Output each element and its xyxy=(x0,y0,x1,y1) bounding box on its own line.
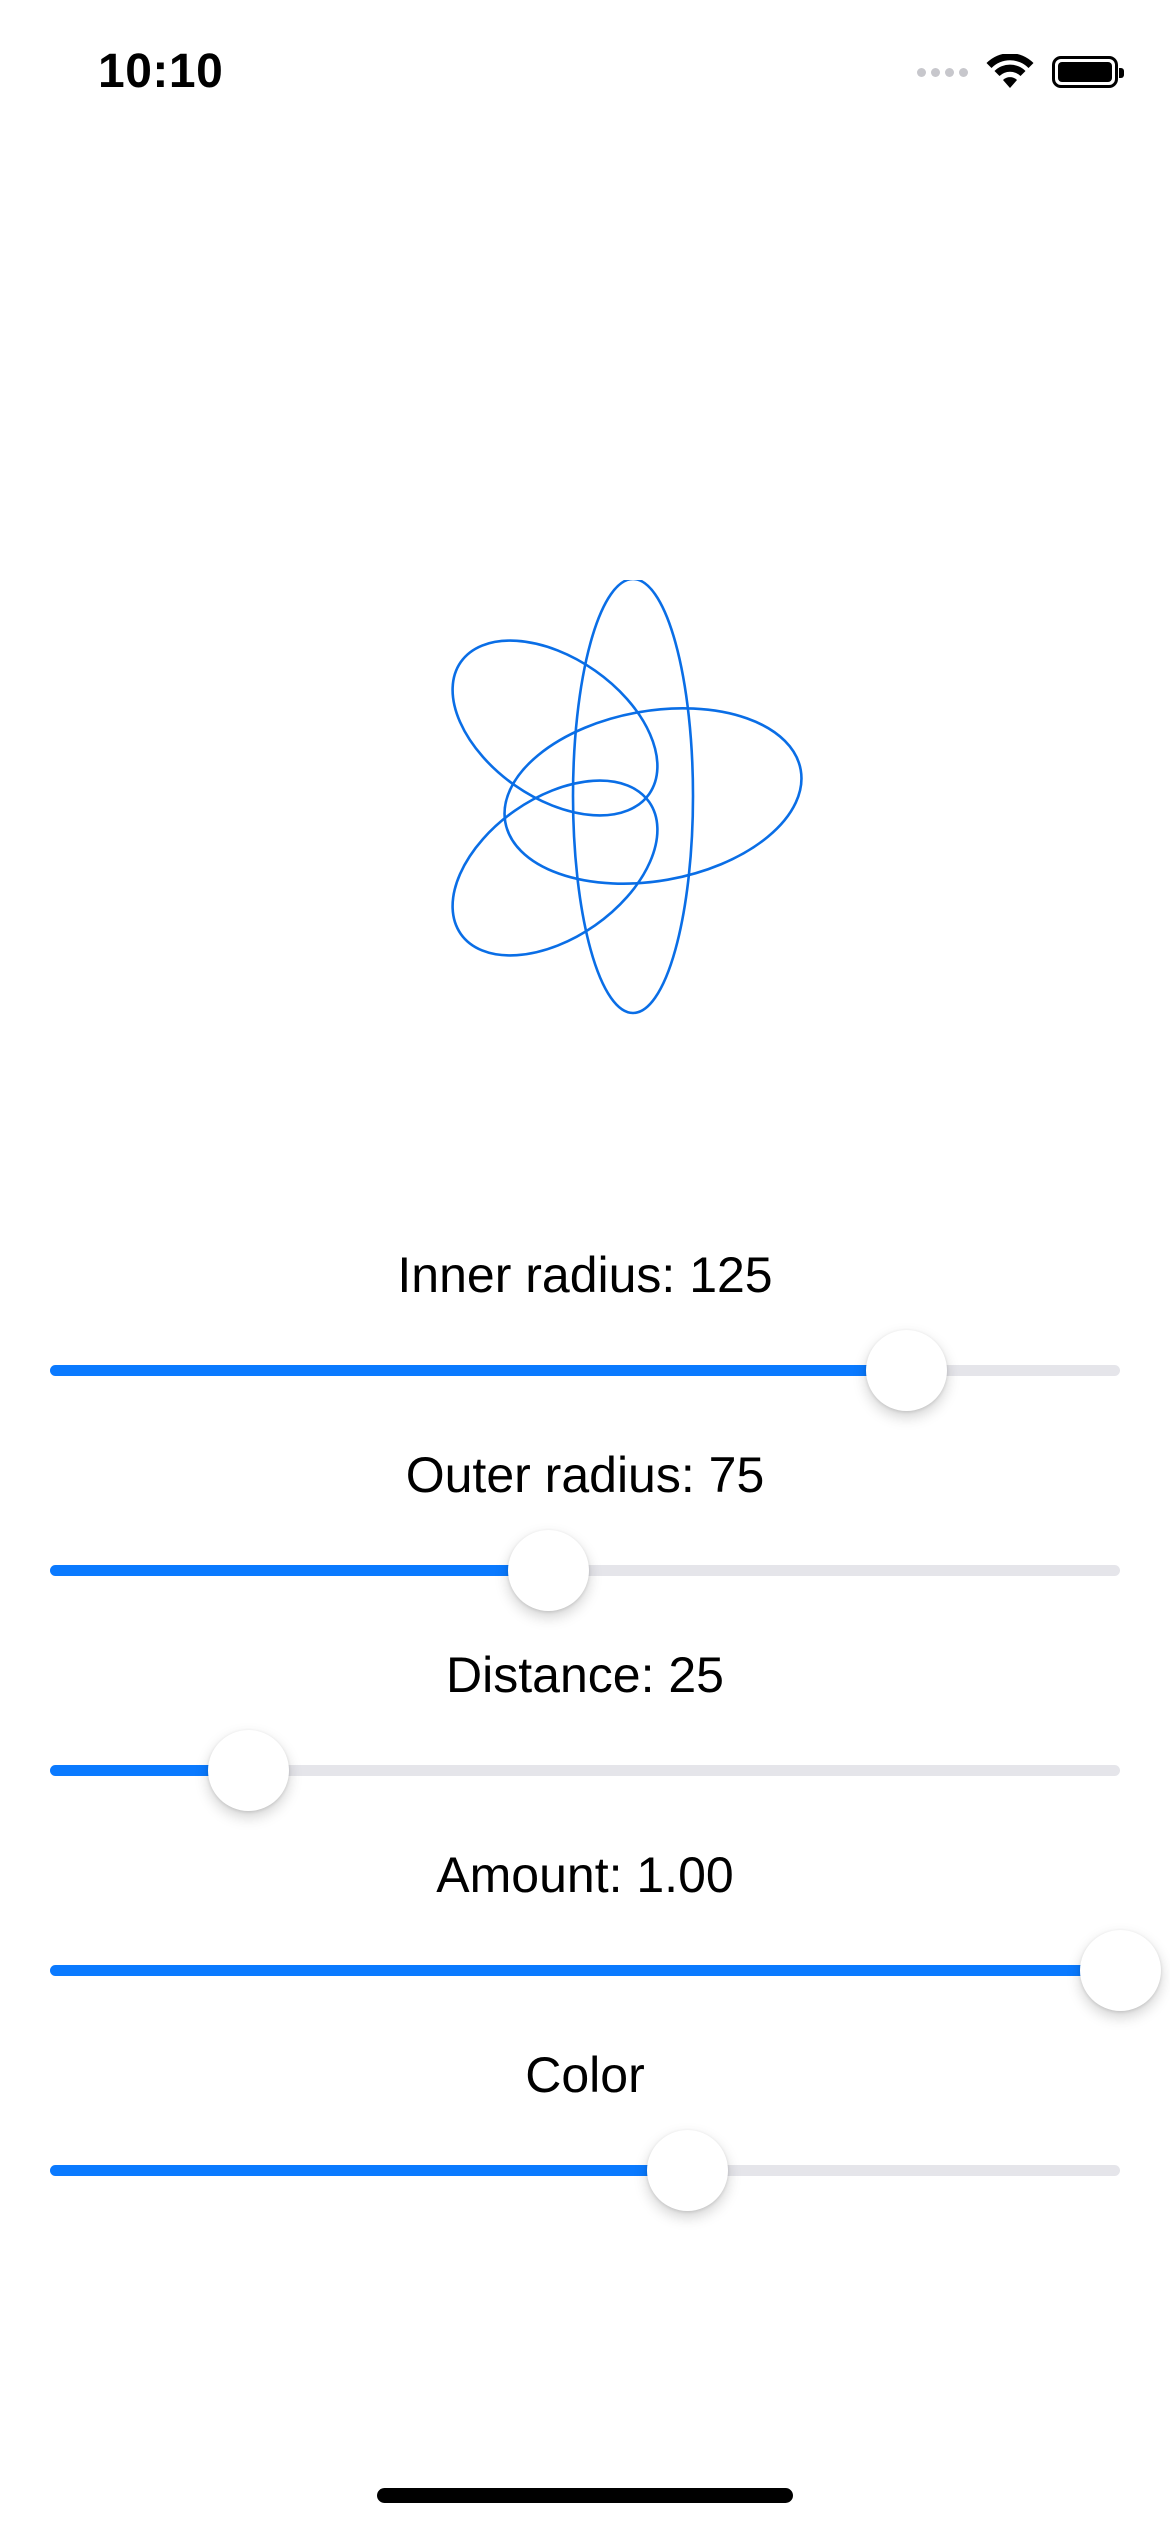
slider-fill xyxy=(50,1365,906,1376)
slider-fill xyxy=(50,2165,687,2176)
wifi-icon xyxy=(986,54,1034,88)
inner-radius-control: Inner radius: 125 xyxy=(0,1245,1170,1415)
amount-slider[interactable] xyxy=(50,1930,1161,2011)
petal-vertical xyxy=(571,580,695,1015)
petal-upper-left xyxy=(451,639,659,817)
color-slider[interactable] xyxy=(50,2130,1120,2211)
amount-label: Amount: 1.00 xyxy=(436,1847,734,1903)
battery-icon xyxy=(1052,56,1124,88)
home-indicator xyxy=(377,2488,793,2503)
color-control: Color xyxy=(0,2045,1170,2215)
status-icons xyxy=(917,52,1124,92)
inner-radius-slider[interactable] xyxy=(50,1330,1120,1411)
outer-radius-label: Outer radius: 75 xyxy=(405,1447,765,1503)
outer-radius-control: Outer radius: 75 xyxy=(0,1445,1170,1615)
color-label: Color xyxy=(525,2047,645,2103)
slider-thumb[interactable] xyxy=(646,2130,728,2211)
status-time: 10:10 xyxy=(98,45,224,98)
cellular-signal-icon xyxy=(917,67,968,77)
flower-icon xyxy=(451,580,803,1015)
outer-radius-slider[interactable] xyxy=(50,1530,1120,1611)
petal-lower-left xyxy=(451,779,659,957)
slider-fill xyxy=(50,1965,1120,1976)
slider-thumb[interactable] xyxy=(207,1730,289,1811)
amount-control: Amount: 1.00 xyxy=(0,1845,1170,2015)
status-bar: 10:10 xyxy=(0,0,1170,140)
distance-slider[interactable] xyxy=(50,1730,1120,1811)
slider-fill xyxy=(50,1565,548,1576)
slider-thumb[interactable] xyxy=(1080,1930,1161,2011)
slider-thumb[interactable] xyxy=(866,1330,947,1411)
inner-radius-label: Inner radius: 125 xyxy=(397,1247,773,1303)
distance-control: Distance: 25 xyxy=(0,1645,1170,1815)
distance-label: Distance: 25 xyxy=(446,1647,724,1703)
slider-thumb[interactable] xyxy=(507,1530,589,1611)
